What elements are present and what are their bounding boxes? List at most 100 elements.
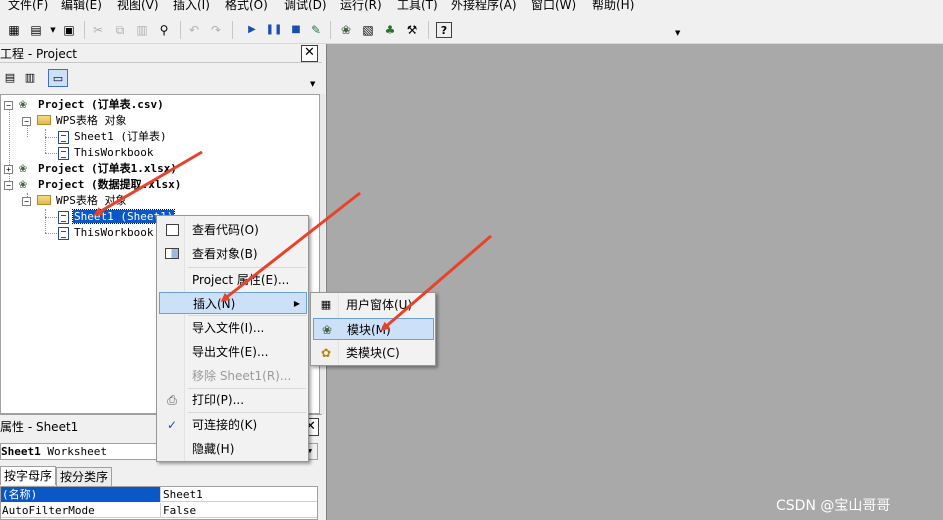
module-icon: ❀ bbox=[321, 323, 333, 337]
watermark: CSDN @宝山哥哥 bbox=[776, 498, 891, 514]
menu-item-export-file[interactable]: 导出文件(E)... bbox=[159, 341, 307, 363]
cut-icon[interactable]: ✂ bbox=[90, 22, 106, 38]
workbook-module-icon bbox=[58, 227, 69, 240]
properties-window-icon[interactable]: ▧ bbox=[360, 22, 376, 38]
tree-item-project-1[interactable]: Project (订单表.csv) bbox=[37, 98, 165, 112]
view-code-icon[interactable]: ▤ bbox=[0, 69, 20, 87]
menu-item-print[interactable]: ⎙ 打印(P)... bbox=[159, 389, 307, 411]
toolbar-divider bbox=[330, 21, 331, 39]
undo-icon[interactable]: ↶ bbox=[186, 22, 202, 38]
expand-icon[interactable]: + bbox=[4, 165, 13, 174]
tree-connector bbox=[45, 129, 46, 153]
code-workspace bbox=[326, 44, 943, 520]
redo-icon[interactable]: ↷ bbox=[208, 22, 224, 38]
vba-project-icon bbox=[19, 161, 33, 177]
property-value[interactable]: False bbox=[163, 503, 196, 518]
menu-item-view-code[interactable]: 查看代码(O) bbox=[159, 219, 307, 241]
menu-item-insert[interactable]: 插入(N) ▶ bbox=[159, 292, 307, 314]
view-object-icon[interactable]: ▥ bbox=[20, 69, 40, 87]
tree-item-project-2[interactable]: Project (订单表1.xlsx) bbox=[37, 162, 178, 176]
tab-categorized[interactable]: 按分类序 bbox=[56, 467, 113, 486]
menu-tools[interactable]: 工具(T) bbox=[397, 0, 438, 13]
chevron-down-icon[interactable]: ▼ bbox=[310, 80, 315, 88]
chevron-down-icon[interactable]: ▼ bbox=[45, 22, 61, 38]
project-explorer-icon[interactable]: ❀ bbox=[338, 22, 354, 38]
menu-debug[interactable]: 调试(D) bbox=[284, 0, 327, 13]
menu-help[interactable]: 帮助(H) bbox=[592, 0, 634, 13]
excel-view-icon[interactable]: ▦ bbox=[6, 22, 22, 38]
object-type: Worksheet bbox=[47, 445, 107, 458]
sheet-module-icon bbox=[58, 211, 69, 224]
menu-view[interactable]: 视图(V) bbox=[117, 0, 159, 13]
menu-insert[interactable]: 插入(I) bbox=[173, 0, 210, 13]
submenu-arrow-icon: ▶ bbox=[293, 299, 300, 308]
run-icon[interactable]: ▶ bbox=[244, 22, 260, 38]
menu-item-project-properties[interactable]: Project 属性(E)... bbox=[159, 269, 307, 291]
view-code-icon bbox=[164, 222, 180, 238]
tree-connector bbox=[45, 233, 57, 234]
collapse-icon[interactable]: − bbox=[22, 117, 31, 126]
toolbar-divider bbox=[232, 21, 233, 39]
tree-item-thisworkbook-3[interactable]: ThisWorkbook bbox=[73, 226, 154, 240]
workbook-module-icon bbox=[58, 147, 69, 160]
close-icon[interactable]: ✕ bbox=[301, 45, 318, 62]
property-row[interactable]: AutoFilterMode False bbox=[1, 503, 317, 518]
toolbar-options-icon[interactable]: ▼ bbox=[675, 29, 680, 37]
save-icon[interactable]: ▣ bbox=[61, 22, 77, 38]
menu-item-remove-sheet[interactable]: 移除 Sheet1(R)... bbox=[159, 365, 307, 387]
project-explorer-title: 工程 - Project bbox=[0, 47, 78, 61]
view-object-icon bbox=[164, 246, 180, 262]
sheet-module-icon bbox=[58, 131, 69, 144]
menu-item-import-file[interactable]: 导入文件(I)... bbox=[159, 317, 307, 339]
menu-item-view-object[interactable]: 查看对象(B) bbox=[159, 243, 307, 265]
menu-file[interactable]: 文件(F) bbox=[8, 0, 48, 13]
check-icon: ✓ bbox=[166, 418, 178, 432]
menu-item-hide[interactable]: 隐藏(H) bbox=[159, 438, 307, 460]
menu-item-dockable[interactable]: ✓ 可连接的(K) bbox=[159, 414, 307, 436]
copy-icon[interactable]: ⧉ bbox=[112, 22, 128, 38]
menu-format[interactable]: 格式(O) bbox=[225, 0, 268, 13]
class-module-icon: ✿ bbox=[320, 346, 332, 360]
toolbar-divider bbox=[428, 21, 429, 39]
menu-bar: 文件(F) 编辑(E) 视图(V) 插入(I) 格式(O) 调试(D) 运行(R… bbox=[0, 0, 943, 16]
tree-item-project-3[interactable]: Project (数据提取.xlsx) bbox=[37, 178, 182, 192]
toggle-folders-icon[interactable]: ▭ bbox=[48, 69, 68, 87]
menu-run[interactable]: 运行(R) bbox=[340, 0, 382, 13]
stop-icon[interactable]: ■ bbox=[288, 22, 304, 38]
pause-icon[interactable]: ❚❚ bbox=[266, 22, 283, 38]
find-icon[interactable]: ⚲ bbox=[156, 22, 172, 38]
folder-icon bbox=[37, 195, 51, 205]
properties-grid: (名称) Sheet1 AutoFilterMode False bbox=[0, 486, 318, 520]
toolbar-divider bbox=[84, 21, 85, 39]
collapse-icon[interactable]: − bbox=[4, 181, 13, 190]
vba-project-icon bbox=[19, 177, 33, 193]
property-row[interactable]: (名称) Sheet1 bbox=[1, 487, 317, 502]
tree-scrollbar[interactable] bbox=[320, 94, 325, 414]
property-key: (名称) bbox=[1, 487, 161, 502]
context-menu: 查看代码(O) 查看对象(B) Project 属性(E)... 插入(N) ▶… bbox=[156, 215, 309, 462]
submenu-item-userform[interactable]: ▦ 用户窗体(U) bbox=[313, 294, 434, 316]
design-mode-icon[interactable]: ✎ bbox=[308, 22, 324, 38]
tree-item-folder-3[interactable]: WPS表格 对象 bbox=[55, 194, 128, 208]
help-icon[interactable]: ? bbox=[436, 22, 452, 38]
tree-item-folder-1[interactable]: WPS表格 对象 bbox=[55, 114, 128, 128]
insert-module-icon[interactable]: ▤ bbox=[28, 22, 44, 38]
menu-window[interactable]: 窗口(W) bbox=[531, 0, 576, 13]
tab-alphabetic[interactable]: 按字母序 bbox=[0, 466, 57, 485]
property-value[interactable]: Sheet1 bbox=[163, 487, 203, 502]
tree-item-thisworkbook-1[interactable]: ThisWorkbook bbox=[73, 146, 154, 160]
collapse-icon[interactable]: − bbox=[4, 101, 13, 110]
menu-addins[interactable]: 外接程序(A) bbox=[451, 0, 517, 13]
object-name: Sheet1 bbox=[1, 445, 41, 458]
submenu-item-class-module[interactable]: ✿ 类模块(C) bbox=[313, 342, 434, 364]
tree-item-sheet1-orders[interactable]: Sheet1 (订单表) bbox=[73, 130, 168, 144]
tree-connector bbox=[45, 137, 57, 138]
menu-edit[interactable]: 编辑(E) bbox=[61, 0, 102, 13]
submenu-item-module[interactable]: ❀ 模块(M) bbox=[313, 318, 434, 340]
project-explorer-toolbar: ▤ ▥ ▭ ▼ bbox=[0, 64, 322, 92]
object-browser-icon[interactable]: ♣ bbox=[382, 22, 398, 38]
paste-icon[interactable]: ▥ bbox=[134, 22, 150, 38]
collapse-icon[interactable]: − bbox=[22, 197, 31, 206]
property-key: AutoFilterMode bbox=[1, 503, 161, 518]
toolbox-icon[interactable]: ⚒ bbox=[404, 22, 420, 38]
